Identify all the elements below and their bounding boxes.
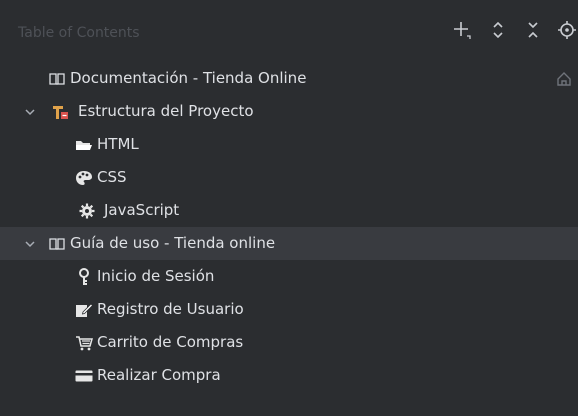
home-icon[interactable] [555,62,573,95]
panel-header: Table of Contents [0,14,578,50]
locate-icon [558,21,576,39]
tree-item-label: CSS [97,168,127,186]
tree-item-registro[interactable]: Registro de Usuario [0,293,578,326]
tree-item-html[interactable]: HTML [0,128,578,161]
collapse-all-icon [528,22,538,38]
tree-item-label: Documentación - Tienda Online [70,69,307,87]
tree-item-carrito[interactable]: Carrito de Compras [0,326,578,359]
book-icon [48,227,66,260]
toc-tree: Documentación - Tienda Online Estructura… [0,62,578,392]
tree-item-documentacion[interactable]: Documentación - Tienda Online [0,62,578,95]
tree-item-label: Registro de Usuario [97,300,244,318]
tree-item-label: Guía de uso - Tienda online [70,234,276,252]
table-of-contents-panel: Table of Contents Documentación - Tienda… [0,0,578,416]
tree-item-estructura[interactable]: Estructura del Proyecto [0,95,578,128]
tree-item-css[interactable]: CSS [0,161,578,194]
tree-item-label: HTML [97,135,139,153]
project-structure-icon [52,95,70,128]
chevron-down-icon[interactable] [24,238,36,250]
expand-all-button[interactable] [486,18,510,42]
locate-button[interactable] [555,18,578,42]
tree-item-javascript[interactable]: JavaScript [0,194,578,227]
chevron-down-icon[interactable] [24,106,36,118]
cart-icon [75,326,93,359]
collapse-all-button[interactable] [521,18,545,42]
tree-item-label: Realizar Compra [97,366,221,384]
book-icon [48,62,66,95]
add-icon [454,22,471,39]
key-icon [75,260,93,293]
tree-item-guia-de-uso[interactable]: Guía de uso - Tienda online [0,227,578,260]
credit-card-icon [75,359,93,392]
tree-item-label: Estructura del Proyecto [78,102,254,120]
gear-icon [78,194,96,227]
folder-icon [75,128,93,161]
edit-icon [75,293,93,326]
add-button[interactable] [450,18,474,42]
panel-title: Table of Contents [18,25,140,41]
tree-item-label: JavaScript [104,201,180,219]
tree-item-label: Inicio de Sesión [97,267,215,285]
tree-item-inicio-sesion[interactable]: Inicio de Sesión [0,260,578,293]
tree-item-label: Carrito de Compras [97,333,244,351]
expand-all-icon [493,21,503,39]
palette-icon [75,161,93,194]
tree-item-realizar-compra[interactable]: Realizar Compra [0,359,578,392]
